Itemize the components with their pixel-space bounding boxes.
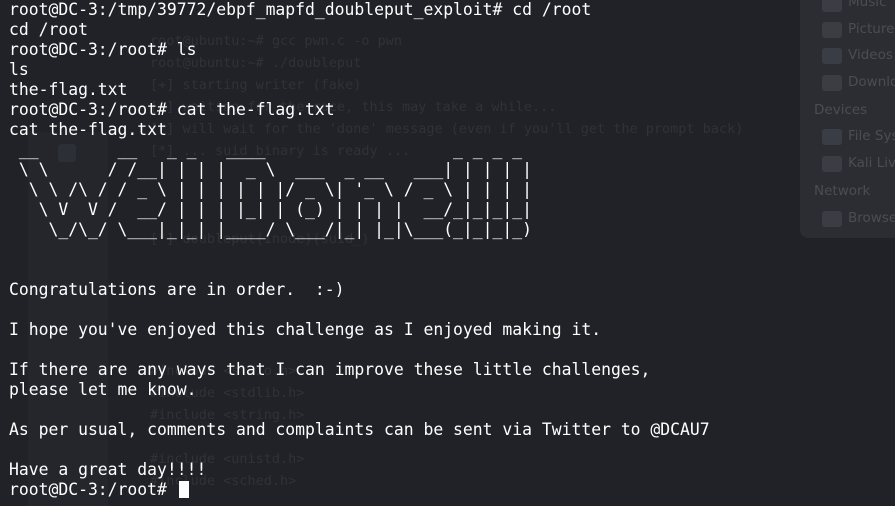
terminal-line: \ V V / __/ | | | |_| | (_) | | | | __/_… (9, 200, 533, 219)
terminal-line: root@DC-3:/root# cat the-flag.txt (9, 100, 335, 119)
terminal-line: \ \ / /__| | | | _ \ ___ _ __ ___| | | |… (9, 160, 533, 179)
terminal-line: please let me know. (9, 380, 197, 399)
terminal-line: root@DC-3:/tmp/39772/ebpf_mapfd_doublepu… (9, 0, 592, 19)
terminal-line: \ \ /\ / / _ \ | | | | | |/ _ \| '_ \ / … (9, 180, 533, 199)
terminal-prompt: root@DC-3:/root# (9, 480, 177, 499)
terminal-line: As per usual, comments and complaints ca… (9, 420, 710, 439)
terminal-line: the-flag.txt (9, 80, 128, 99)
terminal-line: If there are any ways that I can improve… (9, 360, 651, 379)
terminal-line: Have a great day!!!! (9, 460, 207, 479)
terminal-line: root@DC-3:/root# ls (9, 40, 197, 59)
terminal-prompt-line[interactable]: root@DC-3:/root# (9, 480, 889, 500)
terminal-line: I hope you've enjoyed this challenge as … (9, 320, 602, 339)
terminal-cursor (178, 481, 189, 498)
terminal-line: cd /root (9, 20, 88, 39)
terminal-line: \_/\_/ \___|_|_| |____/ \___/|_| |_|\___… (9, 220, 533, 239)
terminal-output: root@DC-3:/tmp/39772/ebpf_mapfd_doublepu… (9, 0, 889, 500)
terminal-line: Congratulations are in order. :-) (9, 280, 345, 299)
terminal-line: __ __ _ _ ____ _ _ _ _ (9, 140, 533, 159)
terminal-line: ls (9, 60, 29, 79)
terminal-line: cat the-flag.txt (9, 120, 167, 139)
terminal-window[interactable]: root@ubuntu:~# gcc pwn.c -o pwn root@ubun… (0, 0, 895, 506)
